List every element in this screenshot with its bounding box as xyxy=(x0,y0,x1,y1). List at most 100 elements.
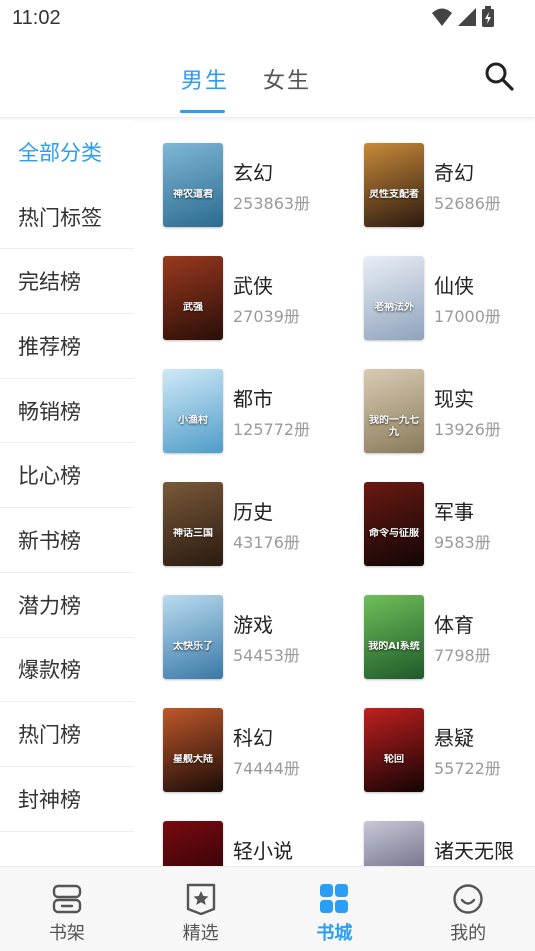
status-icons xyxy=(431,6,495,28)
category-name: 轻小说 xyxy=(233,839,293,863)
sidebar-item[interactable]: 畅销榜 xyxy=(0,379,134,444)
sidebar-item[interactable]: 比心榜 xyxy=(0,443,134,509)
nav-profile[interactable]: 我的 xyxy=(401,867,535,951)
book-cover-image: 灵性支配者 xyxy=(364,143,424,227)
category-book-count: 55722册 xyxy=(434,759,501,778)
category-book-count: 125772册 xyxy=(233,420,311,439)
battery-icon xyxy=(482,6,494,27)
gender-tab-bar: 男生 女生 xyxy=(0,36,535,118)
category-book-count: 74444册 xyxy=(233,759,300,778)
sidebar-item[interactable]: 热门榜 xyxy=(0,702,134,767)
signal-icon xyxy=(458,8,476,26)
cover-title: 我的一九七九 xyxy=(369,415,419,438)
book-cover-image: 武强 xyxy=(163,256,223,340)
status-bar: 11:02 xyxy=(0,0,535,36)
cover-title: 小渔村 xyxy=(178,415,208,426)
category-book-count: 27039册 xyxy=(233,307,300,326)
category-name: 军事 xyxy=(434,500,474,524)
cover-title: 我的AI系统 xyxy=(368,641,420,652)
category-book-count: 17000册 xyxy=(434,307,501,326)
featured-icon xyxy=(186,883,215,915)
category-card[interactable]: 轮回 悬疑 55722册 xyxy=(364,708,535,808)
bottom-nav: 书架 精选 书城 我的 xyxy=(0,866,535,951)
category-name: 游戏 xyxy=(233,613,273,637)
status-time: 11:02 xyxy=(12,7,61,29)
cover-title: 神农道君 xyxy=(173,189,213,200)
tab-female[interactable]: 女生 xyxy=(263,63,311,95)
category-card[interactable]: 神农道君 玄幻 253863册 xyxy=(163,143,343,243)
category-grid: 神农道君 玄幻 253863册 灵性支配者 奇幻 52686册武强 武侠 27039册 老衲法外… xyxy=(140,120,535,866)
category-book-count: 7798册 xyxy=(434,646,491,665)
active-tab-indicator xyxy=(180,110,225,113)
category-name: 玄幻 xyxy=(233,161,273,185)
category-name: 诸天无限 xyxy=(434,839,514,863)
category-name: 都市 xyxy=(233,387,273,411)
category-book-count: 52686册 xyxy=(434,194,501,213)
nav-label: 我的 xyxy=(450,923,487,944)
category-name: 悬疑 xyxy=(434,726,474,750)
tab-male[interactable]: 男生 xyxy=(181,63,229,95)
book-cover-image: 神农道君 xyxy=(163,143,223,227)
book-cover-image: 命令与征服 xyxy=(364,482,424,566)
search-icon[interactable] xyxy=(483,60,515,92)
sidebar-item[interactable]: 全部分类 xyxy=(0,120,134,185)
category-name: 奇幻 xyxy=(434,161,474,185)
book-cover-image: 太快乐了 xyxy=(163,595,223,679)
sidebar-item[interactable]: 推荐榜 xyxy=(0,314,134,379)
sidebar-item[interactable]: 封神榜 xyxy=(0,767,134,832)
bookstore-icon xyxy=(320,884,349,913)
category-sidebar: 全部分类 热门标签 完结榜 推荐榜 畅销榜 比心榜 新书榜 潜力榜 爆款榜 热门榜 封神榜 xyxy=(0,120,134,866)
nav-bookstore[interactable]: 书城 xyxy=(268,867,402,951)
category-book-count: 13926册 xyxy=(434,420,501,439)
category-card[interactable]: 神话三国 历史 43176册 xyxy=(163,482,343,582)
nav-label: 精选 xyxy=(182,923,219,944)
nav-bookshelf[interactable]: 书架 xyxy=(0,867,134,951)
category-name: 武侠 xyxy=(233,274,273,298)
cover-title: 老衲法外 xyxy=(374,302,414,313)
cover-title: 太快乐了 xyxy=(173,641,213,652)
cover-title: 命令与征服 xyxy=(369,528,419,539)
book-cover-image: 轮回 xyxy=(364,708,424,792)
book-cover-image: 我的一九七九 xyxy=(364,369,424,453)
category-card[interactable]: 老衲法外 仙侠 17000册 xyxy=(364,256,535,356)
wifi-icon xyxy=(432,8,452,26)
sidebar-item[interactable]: 爆款榜 xyxy=(0,638,134,703)
book-cover-image: 神话三国 xyxy=(163,482,223,566)
category-card[interactable]: 星舰大陆 科幻 74444册 xyxy=(163,708,343,808)
bookshelf-icon xyxy=(52,884,82,914)
book-cover-image: 星舰大陆 xyxy=(163,708,223,792)
category-card[interactable]: 命令与征服 军事 9583册 xyxy=(364,482,535,582)
category-card[interactable]: 我的AI系统 体育 7798册 xyxy=(364,595,535,695)
book-cover-image: 我的AI系统 xyxy=(364,595,424,679)
category-card[interactable]: 灵性支配者 奇幻 52686册 xyxy=(364,143,535,243)
sidebar-item[interactable]: 潜力榜 xyxy=(0,573,134,638)
cover-title: 星舰大陆 xyxy=(173,754,213,765)
category-name: 科幻 xyxy=(233,726,273,750)
category-name: 仙侠 xyxy=(434,274,474,298)
book-cover-image xyxy=(364,821,424,866)
category-name: 现实 xyxy=(434,387,474,411)
category-book-count: 253863册 xyxy=(233,194,311,213)
category-card[interactable]: 诸天无限 xyxy=(364,821,535,866)
category-book-count: 43176册 xyxy=(233,533,300,552)
category-card[interactable]: 轻小说 xyxy=(163,821,343,866)
category-card[interactable]: 太快乐了 游戏 54453册 xyxy=(163,595,343,695)
sidebar-item[interactable]: 热门标签 xyxy=(0,185,134,250)
category-card[interactable]: 小渔村 都市 125772册 xyxy=(163,369,343,469)
nav-label: 书城 xyxy=(316,923,353,944)
profile-icon xyxy=(453,884,483,914)
category-name: 体育 xyxy=(434,613,474,637)
nav-label: 书架 xyxy=(48,923,85,944)
category-card[interactable]: 武强 武侠 27039册 xyxy=(163,256,343,356)
category-card[interactable]: 我的一九七九 现实 13926册 xyxy=(364,369,535,469)
sidebar-item[interactable]: 完结榜 xyxy=(0,249,134,315)
sidebar-item[interactable]: 新书榜 xyxy=(0,508,134,573)
cover-title: 武强 xyxy=(183,302,203,313)
category-book-count: 54453册 xyxy=(233,646,300,665)
cover-title: 轮回 xyxy=(384,754,404,765)
nav-featured[interactable]: 精选 xyxy=(134,867,268,951)
cover-title: 神话三国 xyxy=(173,528,213,539)
book-cover-image: 老衲法外 xyxy=(364,256,424,340)
category-book-count: 9583册 xyxy=(434,533,491,552)
category-name: 历史 xyxy=(233,500,273,524)
